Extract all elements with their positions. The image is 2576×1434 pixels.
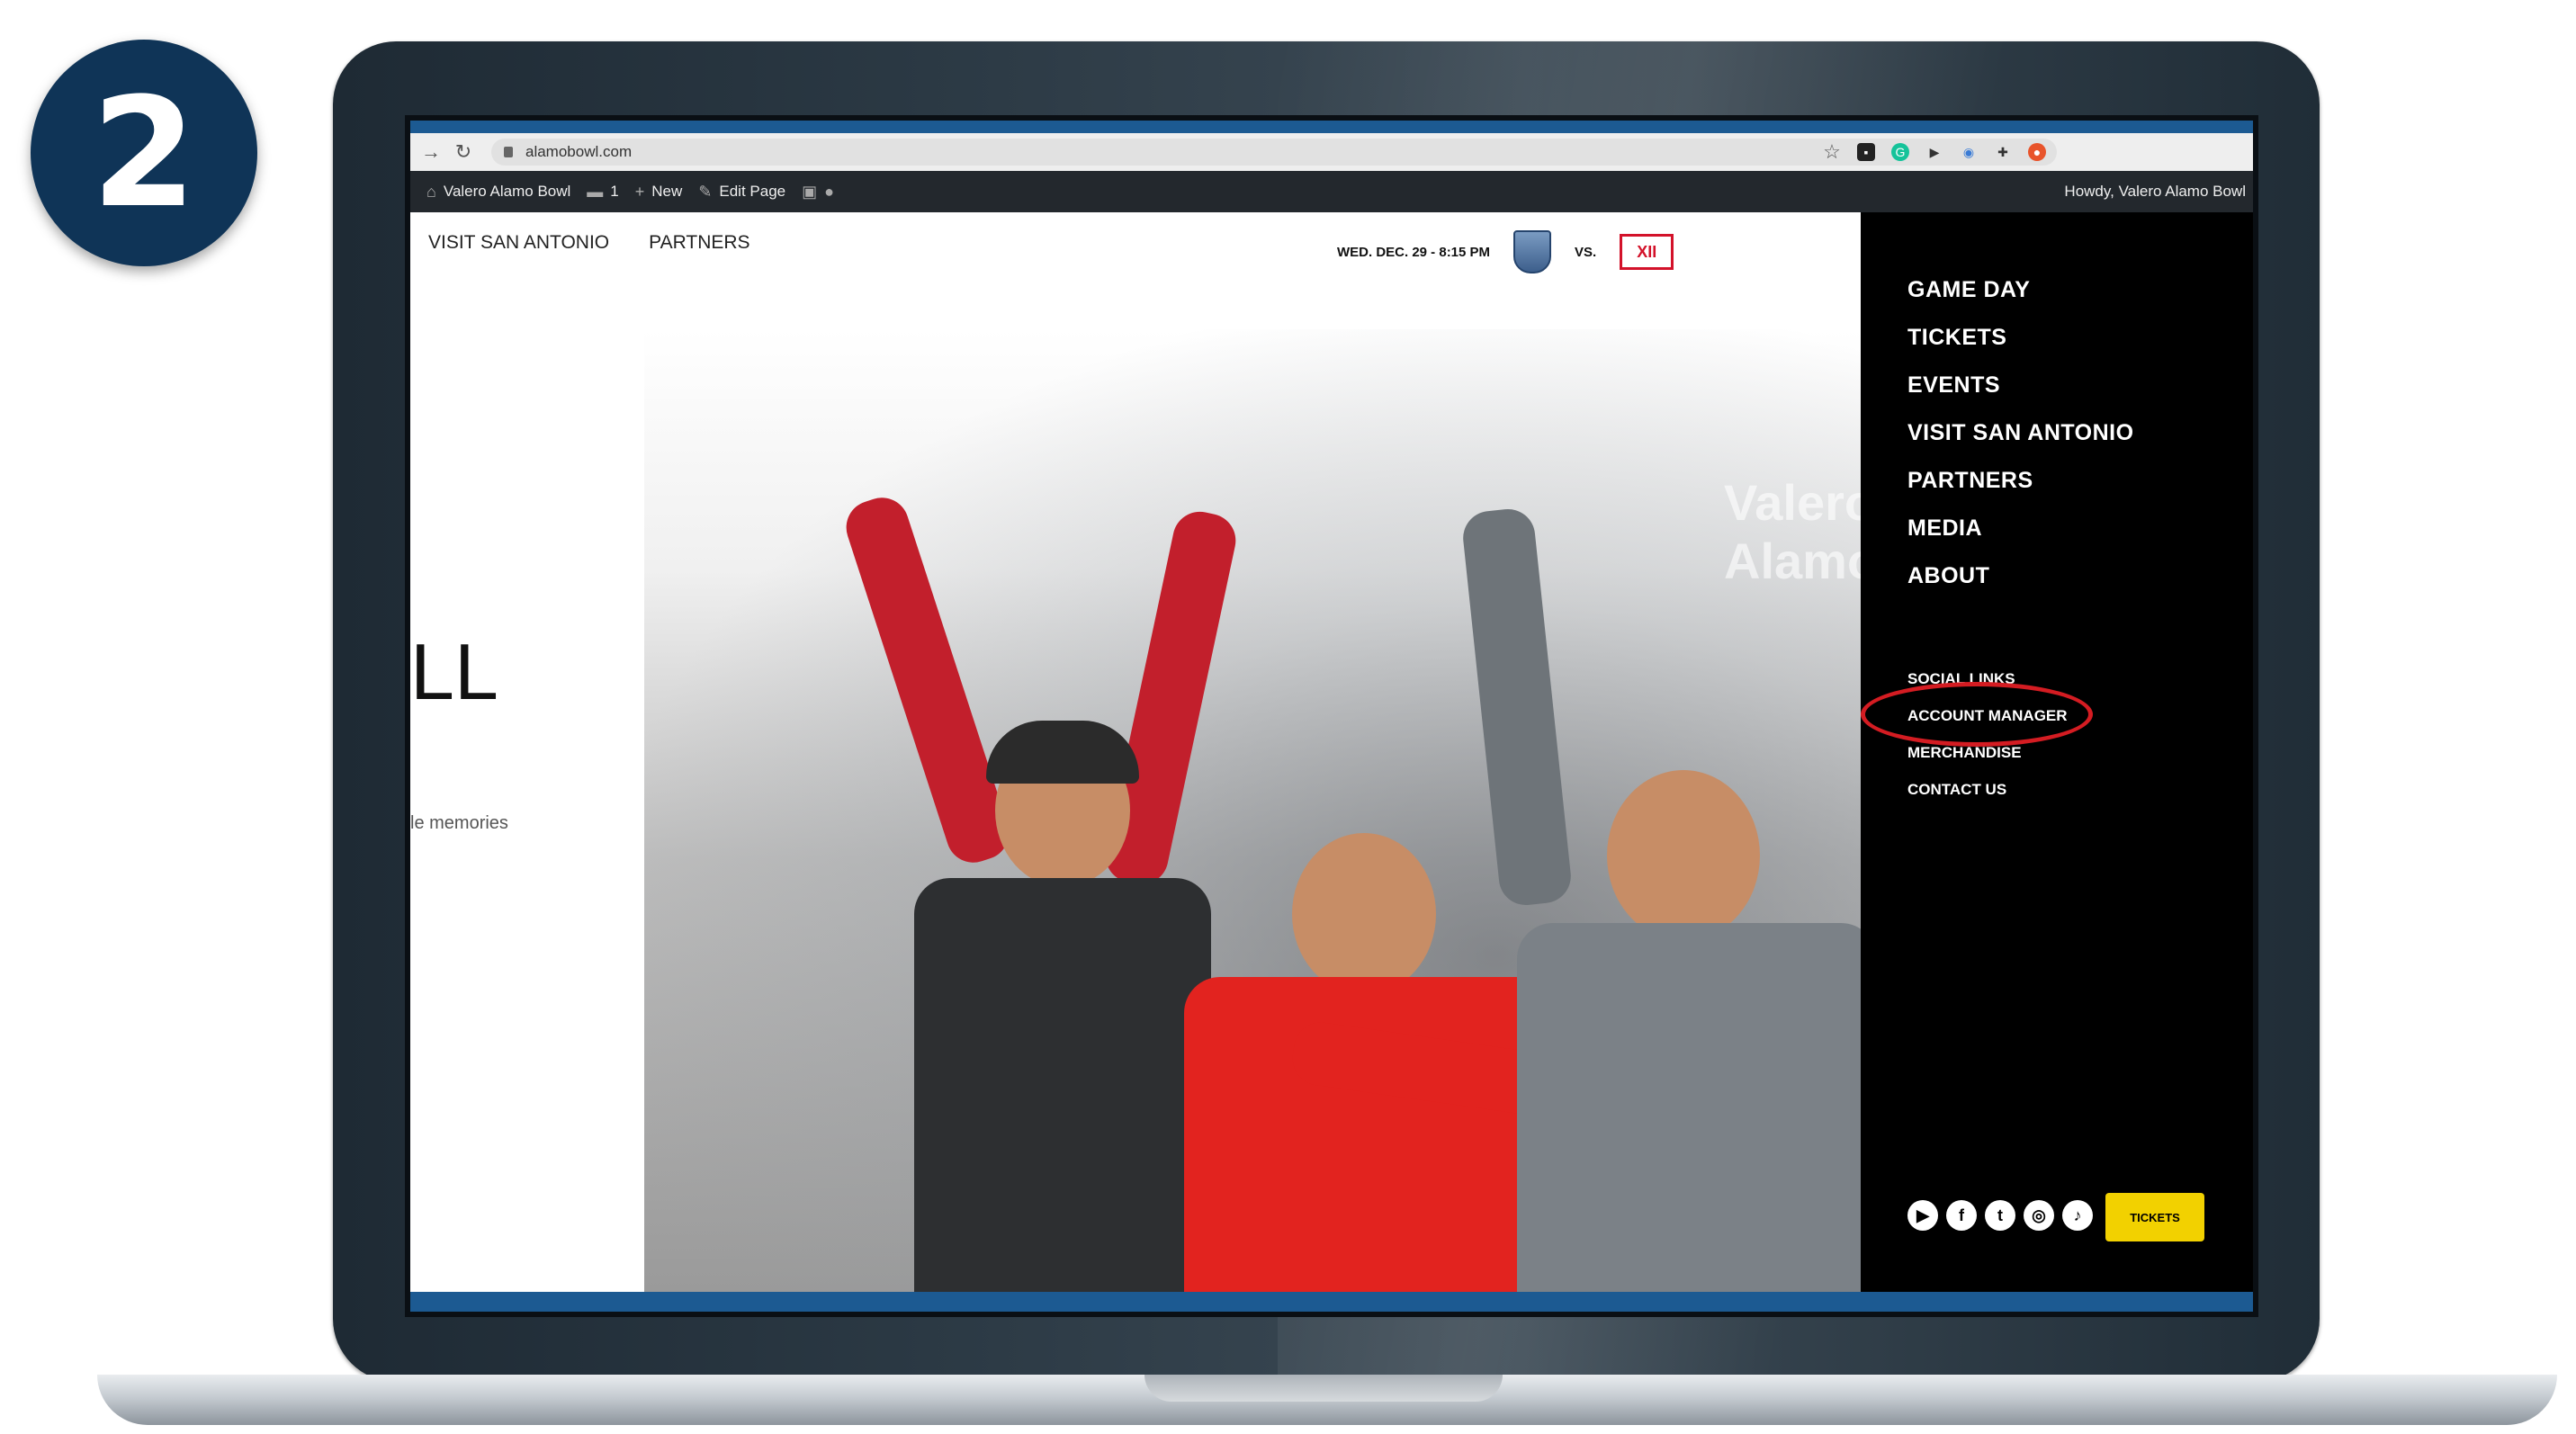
address-bar[interactable]: alamobowl.com ☆ ▪ G ▶ ◉ ✚ ● bbox=[491, 139, 2057, 166]
menu-item-game-day[interactable]: GAME DAY bbox=[1907, 266, 2134, 314]
website-page: VISIT SAN ANTONIO PARTNERS WED. DEC. 29 … bbox=[410, 212, 1861, 1292]
hero-fans-photo: Valero Alamo bbox=[644, 329, 1861, 1292]
twitter-icon[interactable]: t bbox=[1985, 1200, 2015, 1231]
profile-avatar-icon[interactable]: ● bbox=[2028, 143, 2046, 161]
admin-comments-link[interactable]: ▬ 1 bbox=[587, 183, 618, 202]
browser-extensions: ☆ ▪ G ▶ ◉ ✚ ● bbox=[1823, 142, 2046, 162]
plus-icon: + bbox=[634, 182, 645, 201]
side-menu-panel: GAME DAY TICKETS EVENTS VISIT SAN ANTONI… bbox=[1861, 212, 2253, 1292]
facebook-icon[interactable]: f bbox=[1946, 1200, 1977, 1231]
status-dot-icon: ● bbox=[824, 182, 835, 201]
screen-bottom-stripe bbox=[410, 1292, 2253, 1312]
hero-subtitle-partial: le memories bbox=[410, 813, 508, 833]
menu-item-tickets[interactable]: TICKETS bbox=[1907, 314, 2134, 362]
admin-edit-page-link[interactable]: ✎ Edit Page bbox=[698, 183, 785, 202]
nav-item-partners[interactable]: PARTNERS bbox=[649, 232, 749, 254]
menu-item-events[interactable]: EVENTS bbox=[1907, 362, 2134, 409]
dashboard-icon: ⌂ bbox=[426, 182, 436, 201]
admin-site-link[interactable]: ⌂ Valero Alamo Bowl bbox=[426, 183, 570, 202]
bookmark-star-icon[interactable]: ☆ bbox=[1823, 142, 1841, 162]
puzzle-icon[interactable]: ✚ bbox=[1994, 143, 2012, 161]
lock-icon bbox=[504, 147, 513, 157]
big12-logo-icon: XII bbox=[1620, 234, 1674, 270]
hero-title-partial: LL bbox=[410, 627, 498, 716]
pac12-logo-icon bbox=[1513, 230, 1552, 273]
menu-item-visit-san-antonio[interactable]: VISIT SAN ANTONIO bbox=[1907, 409, 2134, 457]
laptop-screen: → ↻ alamobowl.com ☆ ▪ G ▶ ◉ ✚ ● ⌂ Valero… bbox=[405, 115, 2258, 1317]
audio-icon[interactable]: ◉ bbox=[1960, 143, 1978, 161]
game-matchup: WED. DEC. 29 - 8:15 PM VS. XII bbox=[1337, 230, 1674, 273]
menu-item-partners[interactable]: PARTNERS bbox=[1907, 457, 2134, 505]
nav-item-visit-san-antonio[interactable]: VISIT SAN ANTONIO bbox=[428, 232, 609, 254]
social-icons: ▶ f t ◎ ♪ bbox=[1907, 1200, 2093, 1231]
versus-text: VS. bbox=[1575, 244, 1597, 260]
arrow-right-icon[interactable]: → bbox=[419, 140, 443, 164]
browser-toolbar: → ↻ alamobowl.com ☆ ▪ G ▶ ◉ ✚ ● bbox=[410, 133, 2253, 171]
wp-admin-bar: ⌂ Valero Alamo Bowl ▬ 1 + New ✎ Edit Pag… bbox=[410, 171, 2253, 212]
top-navigation: VISIT SAN ANTONIO PARTNERS bbox=[428, 232, 750, 254]
main-menu: GAME DAY TICKETS EVENTS VISIT SAN ANTONI… bbox=[1907, 266, 2134, 600]
grammarly-icon[interactable]: G bbox=[1891, 143, 1909, 161]
screen-top-stripe bbox=[410, 121, 2253, 133]
admin-account-link[interactable]: Howdy, Valero Alamo Bowl bbox=[2064, 183, 2246, 201]
account-manager-highlight-circle bbox=[1861, 682, 2093, 747]
tiktok-icon[interactable]: ♪ bbox=[2062, 1200, 2093, 1231]
admin-seo-link[interactable]: ▣ ● bbox=[802, 183, 834, 202]
step-number-badge: 2 bbox=[31, 40, 257, 266]
url-text: alamobowl.com bbox=[525, 143, 633, 160]
instagram-icon[interactable]: ◎ bbox=[2024, 1200, 2054, 1231]
youtube-icon[interactable]: ▶ bbox=[1907, 1200, 1938, 1231]
menu-item-contact-us[interactable]: CONTACT US bbox=[1907, 771, 2068, 808]
menu-item-media[interactable]: MEDIA bbox=[1907, 505, 2134, 552]
laptop-notch bbox=[1144, 1375, 1503, 1402]
seo-icon: ▣ bbox=[802, 182, 818, 201]
menu-item-about[interactable]: ABOUT bbox=[1907, 552, 2134, 600]
flag-icon[interactable]: ▶ bbox=[1925, 143, 1943, 161]
pencil-icon: ✎ bbox=[698, 182, 713, 201]
reload-icon[interactable]: ↻ bbox=[452, 140, 475, 164]
hero-banner-text: Valero Alamo bbox=[1724, 474, 1861, 589]
game-date: WED. DEC. 29 - 8:15 PM bbox=[1337, 244, 1491, 260]
admin-new-link[interactable]: + New bbox=[635, 183, 683, 202]
comment-icon: ▬ bbox=[587, 182, 604, 201]
tickets-button[interactable]: TICKETS bbox=[2105, 1193, 2204, 1241]
extension-icon[interactable]: ▪ bbox=[1857, 143, 1875, 161]
